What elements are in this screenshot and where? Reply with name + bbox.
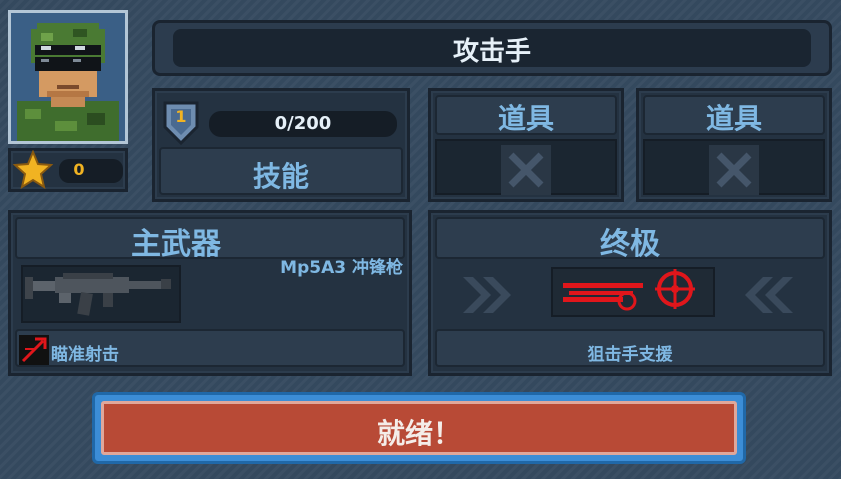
skill-panel[interactable]: 1 0/200 技能 — [152, 88, 410, 202]
skill-level: 1 — [175, 107, 187, 126]
x-icon — [716, 152, 752, 188]
ready-button[interactable]: 就绪！ — [101, 401, 737, 455]
ultimate-name: 狙击手支援 — [587, 345, 673, 365]
item-slot-2[interactable]: 道具 — [636, 88, 832, 202]
ready-button-frame: 就绪！ — [92, 392, 746, 464]
title-bar: 攻击手 — [152, 20, 832, 76]
smg-icon — [25, 273, 171, 316]
right-chevron-icon — [745, 277, 793, 313]
character-portrait[interactable] — [8, 10, 128, 144]
star-counter: 0 — [8, 148, 128, 192]
soldier-avatar-icon — [11, 13, 125, 141]
empty-slot-box — [501, 145, 551, 195]
aim-shot-icon — [19, 335, 49, 365]
item-label: 道具 — [705, 102, 762, 135]
weapon-name: Mp5A3 冲锋枪 — [280, 258, 403, 278]
left-chevron-icon — [463, 277, 511, 313]
item-slot-1[interactable]: 道具 — [428, 88, 624, 202]
skill-label: 技能 — [252, 160, 309, 193]
ultimate-header: 终极 — [600, 227, 660, 262]
star-icon — [13, 150, 53, 190]
item-label: 道具 — [497, 102, 554, 135]
xp-bar: 0/200 — [209, 111, 397, 137]
star-count: 0 — [73, 160, 85, 179]
xp-text: 0/200 — [274, 113, 332, 134]
perk-label: 瞄准射击 — [51, 345, 119, 365]
sniper-support-icon — [563, 269, 695, 311]
class-title: 攻击手 — [452, 37, 531, 67]
ready-button-label: 就绪！ — [376, 417, 461, 450]
x-icon — [508, 152, 544, 188]
ultimate-panel[interactable]: 终极 狙击手支援 — [428, 210, 832, 376]
primary-weapon-panel[interactable]: 主武器 Mp5A3 冲锋枪 瞄准射击 — [8, 210, 412, 376]
empty-slot-box — [709, 145, 759, 195]
